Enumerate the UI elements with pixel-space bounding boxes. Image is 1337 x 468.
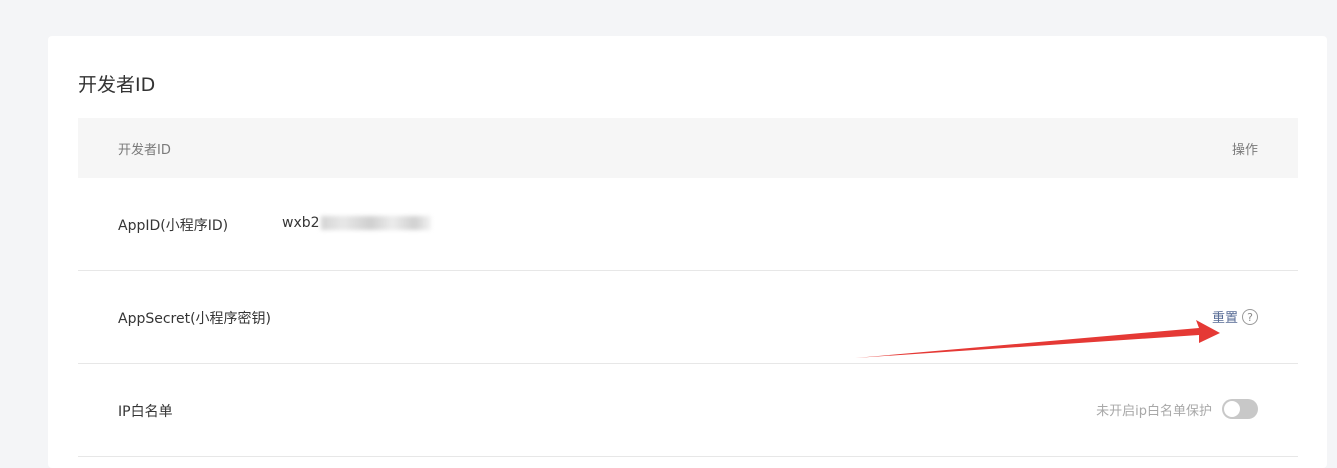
ip-whitelist-toggle[interactable]: [1222, 399, 1258, 419]
appid-redacted-blur: [320, 216, 431, 230]
ip-whitelist-label: IP白名单: [118, 404, 173, 420]
developer-id-card: 开发者ID 开发者ID 操作 AppID(小程序ID) wxb2 AppSecr…: [48, 36, 1327, 468]
appid-value-text: wxb2: [282, 215, 320, 231]
table-row-appid: AppID(小程序ID) wxb2: [78, 178, 1298, 271]
question-circle-icon[interactable]: ?: [1242, 308, 1258, 325]
header-actions: 操作: [1231, 143, 1258, 158]
appid-value: wxb2: [282, 215, 431, 231]
ip-whitelist-status: 未开启ip白名单保护: [1096, 403, 1212, 419]
header-developer-id: 开发者ID: [118, 143, 171, 158]
ip-whitelist-controls: 未开启ip白名单保护: [1096, 399, 1258, 419]
appsecret-label: AppSecret(小程序密钥): [118, 311, 272, 327]
section-title: 开发者ID: [78, 74, 156, 96]
appsecret-actions: 重置 ?: [1212, 307, 1258, 326]
appid-label: AppID(小程序ID): [118, 218, 229, 234]
developer-id-table: 开发者ID 操作 AppID(小程序ID) wxb2 AppSecret(小程序…: [78, 118, 1298, 457]
table-row-appsecret: AppSecret(小程序密钥) 重置 ?: [78, 271, 1298, 364]
toggle-knob: [1224, 401, 1240, 417]
reset-secret-link[interactable]: 重置: [1212, 307, 1238, 326]
table-row-ip-whitelist: IP白名单 未开启ip白名单保护: [78, 364, 1298, 457]
table-header: 开发者ID 操作: [78, 118, 1298, 178]
